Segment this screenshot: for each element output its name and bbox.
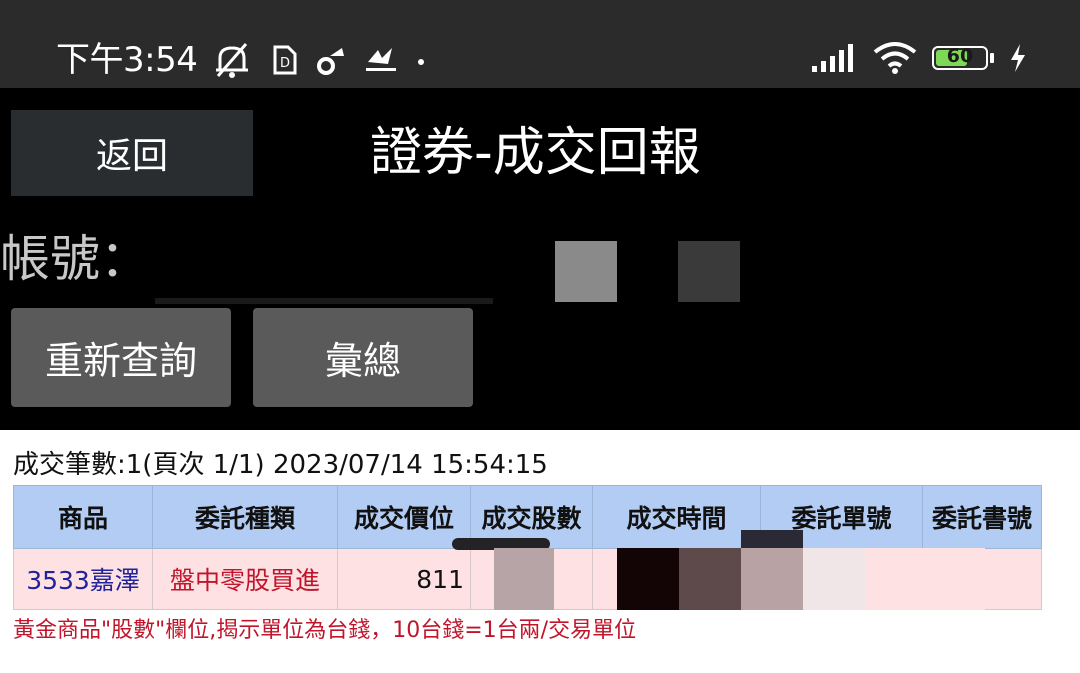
column-header-order-type: 委託種類 (152, 485, 338, 549)
battery-icon: 60 (932, 45, 988, 70)
mute-icon (216, 43, 248, 78)
redaction-blur (741, 548, 803, 610)
summary-button[interactable]: 彙總 (253, 308, 473, 407)
settings-icon (317, 48, 344, 75)
charging-icon (1011, 44, 1025, 72)
status-bar: 下午3:54 D 60 (0, 0, 1080, 88)
status-icons-left: D (210, 38, 426, 82)
redaction-blur (741, 530, 803, 550)
svg-text:D: D (280, 56, 290, 71)
redaction-blur (617, 548, 679, 610)
wifi-icon (873, 42, 917, 74)
redacted-account-block (555, 241, 617, 302)
battery-tip (990, 53, 994, 63)
status-time: 下午3:54 (56, 40, 198, 80)
redaction-blur (865, 548, 985, 610)
cell-order-type: 盤中零股買進 (152, 548, 338, 610)
battery-percent: 60 (946, 45, 974, 67)
back-button[interactable]: 返回 (11, 110, 253, 196)
sim-icon: D (273, 45, 297, 75)
app-header-area: 返回 證券-成交回報 帳號： 重新查詢 彙總 (0, 88, 1080, 430)
column-header-order-book-number: 委託書號 (922, 485, 1042, 549)
cell-product[interactable]: 3533嘉澤 (13, 548, 153, 610)
gold-unit-notice: 黃金商品"股數"欄位,揭示單位為台錢，10台錢=1台兩/交易單位 (13, 618, 637, 643)
status-icons-right: 60 (810, 36, 1028, 80)
account-label: 帳號： (0, 230, 150, 288)
page-title: 證券-成交回報 (370, 123, 701, 183)
requery-button[interactable]: 重新查詢 (11, 308, 231, 407)
dot-icon (418, 59, 424, 65)
column-header-trade-time: 成交時間 (592, 485, 761, 549)
capital-app-icon (366, 48, 396, 71)
column-header-price: 成交價位 (337, 485, 471, 549)
redacted-account-line (155, 298, 493, 304)
trade-count-line: 成交筆數:1(頁次 1/1) 2023/07/14 15:54:15 (13, 450, 548, 480)
signal-icon (812, 44, 853, 72)
redaction-blur (679, 548, 741, 610)
redaction-blur (803, 548, 865, 610)
redaction-blur (494, 548, 554, 610)
column-header-product: 商品 (13, 485, 153, 549)
cell-price: 811 (337, 548, 471, 610)
redacted-account-block (678, 241, 740, 302)
